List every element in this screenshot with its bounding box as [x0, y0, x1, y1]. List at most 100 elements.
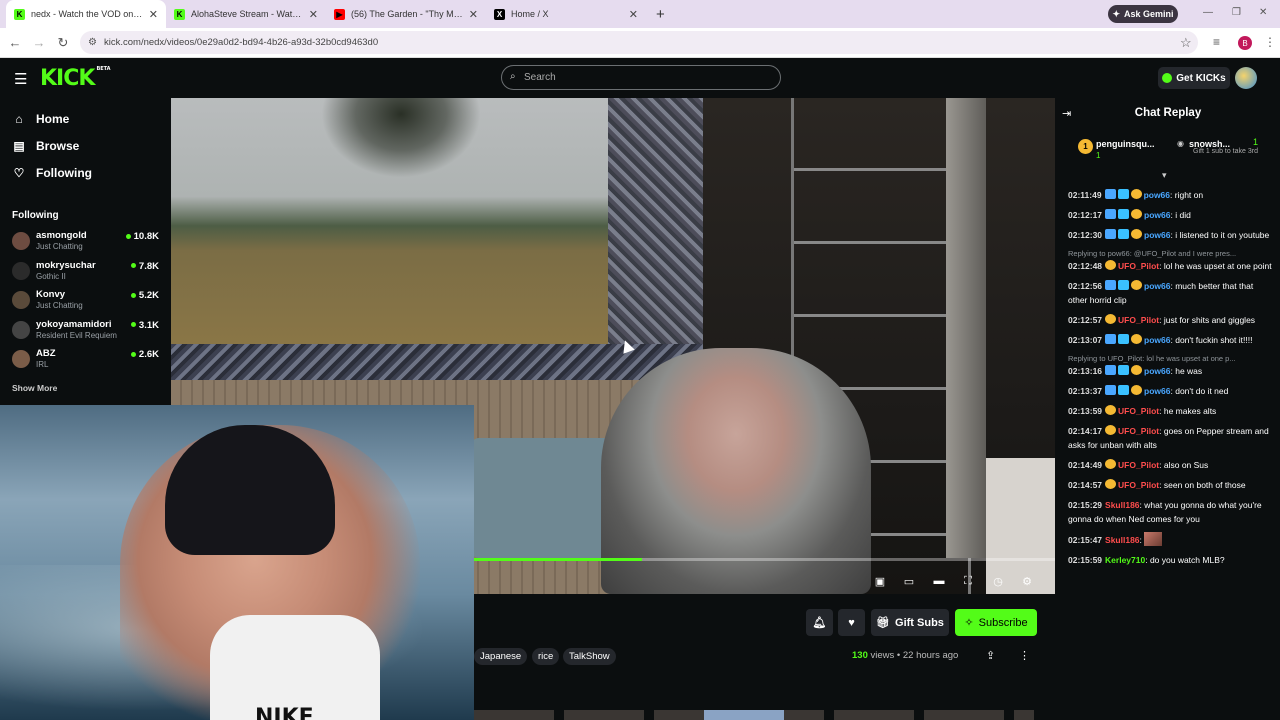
message-username[interactable]: pow66 [1144, 281, 1170, 291]
tag-japanese[interactable]: Japanese [474, 648, 528, 665]
kick-logo[interactable]: KICK BETA [40, 66, 111, 91]
get-kicks-button[interactable]: Get KICKs [1158, 67, 1230, 89]
chat-message[interactable]: 02:15:59 Kerley710: do you watch MLB? [1068, 553, 1273, 567]
chat-message[interactable]: 02:14:49 UFO_Pilot: also on Sus [1068, 458, 1273, 472]
message-text: seen on both of those [1163, 480, 1246, 490]
message-username[interactable]: Skull186 [1105, 535, 1140, 545]
tag-rice[interactable]: rice [532, 648, 560, 665]
chat-message[interactable]: 02:14:17 UFO_Pilot: goes on Pepper stream… [1068, 424, 1273, 452]
media-controls-icon[interactable]: ≡ [1213, 35, 1220, 49]
star-icon: ✧ [964, 617, 974, 629]
maximize-icon[interactable]: ❐ [1232, 7, 1241, 18]
expand-gifters-icon[interactable]: ▾ [1162, 170, 1167, 181]
browse-icon: ▤ [13, 139, 25, 153]
sidebar-item-browse[interactable]: ▤ Browse [12, 139, 79, 153]
gemini-icon: ✦ [1112, 8, 1120, 19]
message-username[interactable]: pow66 [1144, 210, 1170, 220]
chat-message[interactable]: 02:14:57 UFO_Pilot: seen on both of those [1068, 478, 1273, 492]
settings-gear-icon[interactable]: ⚙ [1018, 572, 1036, 590]
tab-close-icon[interactable]: ✕ [309, 8, 318, 21]
chat-message[interactable]: 02:13:59 UFO_Pilot: he makes alts [1068, 404, 1273, 418]
related-videos-strip[interactable] [474, 710, 1034, 720]
notifications-bell-button[interactable]: 🔔︎ [806, 609, 833, 636]
chat-message[interactable]: 02:12:30 pow66: i listened to it on youtu… [1068, 228, 1273, 242]
search-input[interactable]: ⌕ Search [501, 65, 781, 90]
following-item[interactable]: asmongold Just Chatting 10.8K [12, 230, 162, 258]
chat-message[interactable]: 02:15:29 Skull186: what you gonna do what… [1068, 498, 1273, 526]
message-username[interactable]: UFO_Pilot [1118, 426, 1159, 436]
theater-mode-icon[interactable]: ▬ [930, 572, 948, 590]
follow-heart-button[interactable]: ♥ [838, 609, 865, 636]
pip-icon[interactable]: ▣ [871, 572, 889, 590]
user-avatar[interactable] [1235, 67, 1257, 89]
browser-tab[interactable]: ▶ (56) The Garden - "Thy Mission ✕ [326, 0, 486, 28]
browser-tab[interactable]: X Home / X ✕ [486, 0, 646, 28]
chat-message[interactable]: 02:12:57 UFO_Pilot: just for shits and gi… [1068, 313, 1273, 327]
avatar [12, 350, 30, 368]
browser-tab[interactable]: K AlohaSteve Stream - Watch Live ✕ [166, 0, 326, 28]
message-username[interactable]: UFO_Pilot [1118, 315, 1159, 325]
tag-talkshow[interactable]: TalkShow [563, 648, 616, 665]
chat-message[interactable]: 02:15:47 Skull186: [1068, 532, 1273, 547]
subscribe-button[interactable]: ✧ Subscribe [955, 609, 1037, 636]
video-meta: 130 views • 22 hours ago [852, 650, 958, 661]
message-username[interactable]: pow66 [1144, 335, 1170, 345]
close-window-icon[interactable]: ✕ [1259, 7, 1267, 18]
chat-message[interactable]: 02:13:07 pow66: don't fuckin shot it!!!! [1068, 333, 1273, 347]
sidebar-item-following[interactable]: ♡ Following [12, 166, 92, 180]
message-username[interactable]: pow66 [1144, 366, 1170, 376]
more-options-icon[interactable]: ⋮ [1019, 649, 1030, 662]
address-input[interactable]: ⚙ kick.com/nedx/videos/0e29a0d2-bd94-4b2… [80, 31, 1198, 54]
playback-speed-icon[interactable]: ◷ [989, 572, 1007, 590]
back-icon[interactable]: ← [3, 35, 27, 50]
fullscreen-icon[interactable]: ⛶ [959, 572, 977, 590]
message-username[interactable]: pow66 [1144, 386, 1170, 396]
gift-subs-button[interactable]: 🎁︎ Gift Subs [871, 609, 949, 636]
top-gifter-1[interactable]: 1 penguinsqu... 1 [1078, 135, 1178, 167]
channel-name: Konvy [36, 289, 66, 300]
ask-gemini-label: Ask Gemini [1124, 9, 1174, 19]
message-username[interactable]: Kerley710 [1105, 555, 1145, 565]
tab-close-icon[interactable]: ✕ [149, 8, 158, 21]
chat-message[interactable]: 02:12:56 pow66: much better that that oth… [1068, 279, 1273, 307]
message-username[interactable]: UFO_Pilot [1118, 460, 1159, 470]
chat-message[interactable]: Replying to pow66: @UFO_Pilot and I were… [1068, 248, 1273, 273]
following-item[interactable]: Konvy Just Chatting 5.2K [12, 289, 162, 317]
chat-message[interactable]: 02:13:37 pow66: don't do it ned [1068, 384, 1273, 398]
share-icon[interactable]: ⇪ [986, 649, 995, 662]
chat-message[interactable]: 02:12:17 pow66: i did [1068, 208, 1273, 222]
message-username[interactable]: UFO_Pilot [1118, 261, 1159, 271]
channel-category: IRL [36, 360, 49, 369]
bookmark-star-icon[interactable]: ☆ [1180, 35, 1192, 51]
top-gifter-2[interactable]: ◉ snowsh... 1 Gift 1 sub to take 3rd [1177, 135, 1272, 167]
reload-icon[interactable]: ↻ [51, 35, 75, 51]
video-progress-bar[interactable] [473, 558, 1055, 561]
message-username[interactable]: pow66 [1144, 230, 1170, 240]
profile-avatar[interactable]: B [1238, 36, 1252, 50]
clip-icon[interactable]: ▭ [900, 572, 918, 590]
message-username[interactable]: UFO_Pilot [1118, 480, 1159, 490]
browser-menu-icon[interactable]: ⋮ [1264, 35, 1276, 49]
message-username[interactable]: UFO_Pilot [1118, 406, 1159, 416]
site-info-icon[interactable]: ⚙ [88, 37, 97, 48]
minimize-icon[interactable]: — [1203, 7, 1213, 18]
following-item[interactable]: yokoyamamidori Resident Evil Requiem 3.1K [12, 319, 162, 347]
browser-tab[interactable]: Knedx - Watch the VOD on Kick ✕ [6, 0, 166, 28]
hamburger-menu-icon[interactable]: ☰ [14, 70, 27, 88]
tab-close-icon[interactable]: ✕ [469, 8, 478, 21]
chat-header: ⇥ Chat Replay [1056, 98, 1280, 130]
chat-message[interactable]: 02:11:49 pow66: right on [1068, 188, 1273, 202]
sidebar-item-home[interactable]: ⌂ Home [12, 112, 69, 126]
ask-gemini-button[interactable]: ✦ Ask Gemini [1108, 5, 1178, 23]
badge-icon [1117, 189, 1129, 199]
channel-category: Gothic II [36, 271, 66, 281]
show-more-button[interactable]: Show More [12, 383, 57, 393]
message-username[interactable]: Skull186 [1105, 500, 1140, 510]
following-item[interactable]: mokrysuchar Gothic II 7.8K [12, 260, 162, 288]
new-tab-button[interactable]: + [656, 6, 665, 23]
tab-close-icon[interactable]: ✕ [629, 8, 638, 21]
message-username[interactable]: pow66 [1144, 190, 1170, 200]
forward-icon[interactable]: → [27, 35, 51, 50]
following-item[interactable]: ABZ IRL 2.6K [12, 348, 162, 376]
chat-message[interactable]: Replying to UFO_Pilot: lol he was upset … [1068, 353, 1273, 378]
